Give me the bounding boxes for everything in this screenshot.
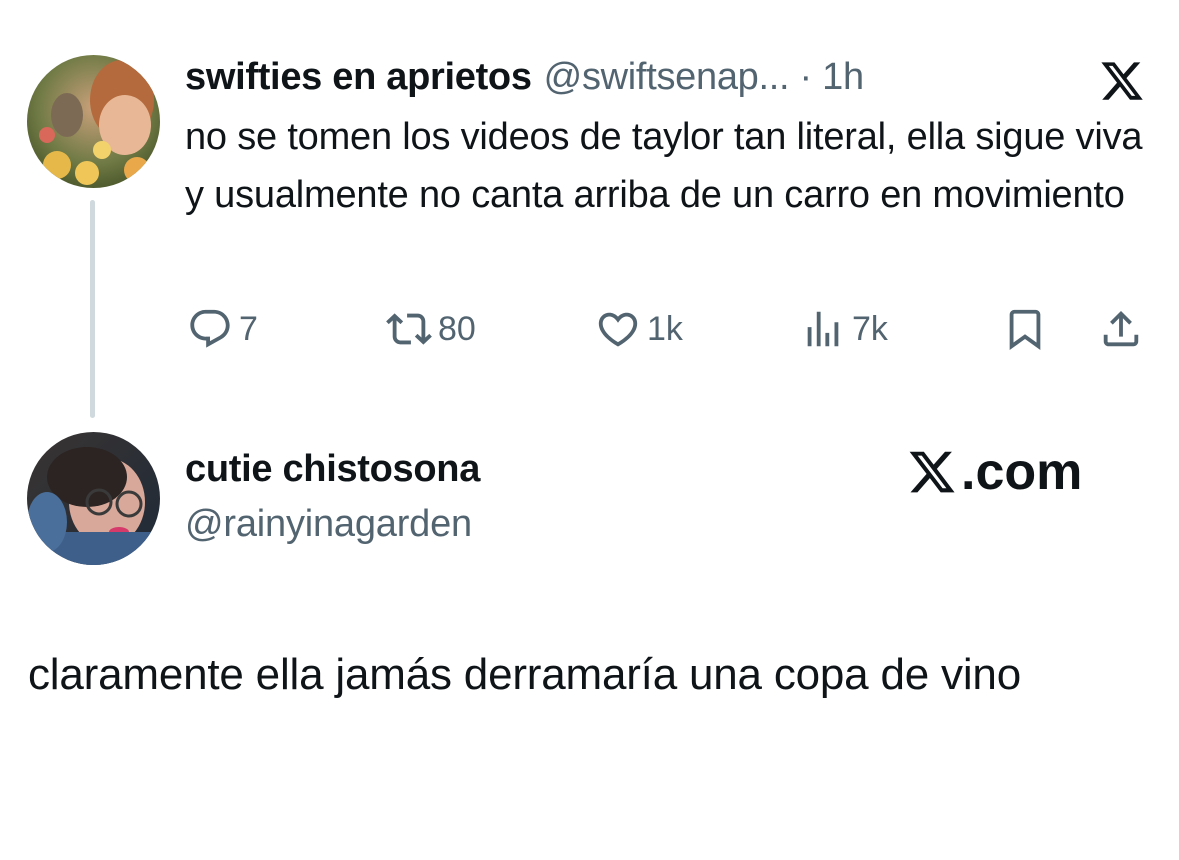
thread-connector-line [90,200,95,418]
like-count: 1k [647,309,683,348]
tweet-header: swifties en aprietos @swiftsenap... · 1h [185,54,864,100]
reply-button[interactable]: 7 [187,306,258,352]
avatar-image [27,55,160,188]
brand-suffix: .com [961,443,1083,501]
like-icon [595,306,641,352]
tweet-text: no se tomen los videos de taylor tan lit… [185,116,1143,216]
display-name[interactable]: swifties en aprietos [185,56,532,99]
share-icon [1098,306,1144,352]
reply-text: claramente ella jamás derramaría una cop… [28,650,1021,699]
bookmark-button[interactable] [1002,306,1048,352]
repost-button[interactable]: 80 [386,306,476,352]
reply-avatar-image [27,432,160,565]
reply-avatar[interactable] [27,432,160,565]
repost-count: 80 [438,309,476,348]
like-button[interactable]: 1k [595,306,683,352]
share-button[interactable] [1098,306,1144,352]
views-icon [800,306,846,352]
reply-icon [187,306,233,352]
x-logo-icon [909,451,955,493]
bookmark-icon [1002,306,1048,352]
reply-display-name[interactable]: cutie chistosona [185,448,480,491]
x-logo-icon [1097,58,1147,104]
reply-count: 7 [239,309,258,348]
repost-icon [386,306,432,352]
x-com-brand: .com [905,441,1082,503]
views-button[interactable]: 7k [800,306,888,352]
handle-and-time[interactable]: @swiftsenap... · 1h [544,56,864,99]
avatar[interactable] [27,55,160,188]
views-count: 7k [852,309,888,348]
reply-handle[interactable]: @rainyinagarden [185,503,472,546]
